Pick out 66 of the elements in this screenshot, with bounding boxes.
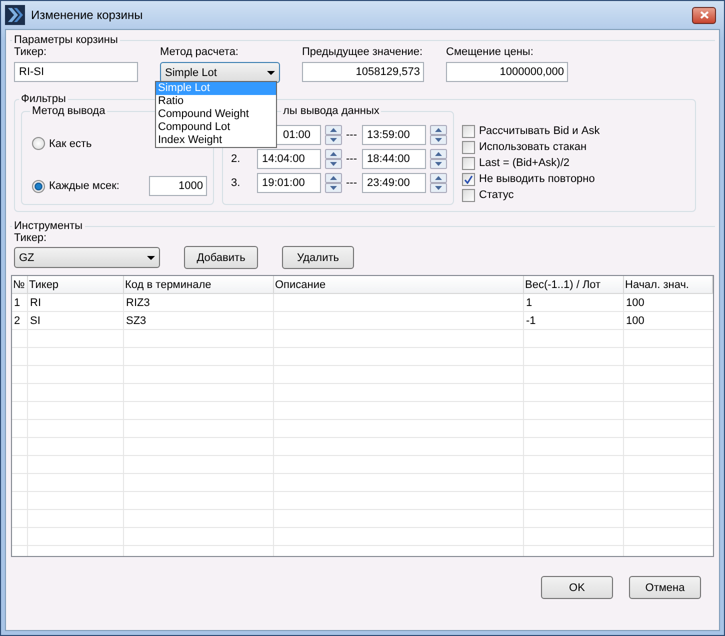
field-label: Предыдущее значение:: [302, 46, 424, 58]
caret-icon: [147, 256, 155, 260]
column-header[interactable]: Описание: [274, 276, 524, 294]
close-button[interactable]: [692, 6, 716, 24]
group-title: Метод вывода: [31, 105, 106, 117]
checkbox-option[interactable]: Не выводить повторно: [462, 171, 600, 187]
group-title: лы вывода данных: [282, 105, 380, 117]
table-cell-text: 100: [625, 296, 646, 311]
checkbox-option[interactable]: Last = (Bid+Ask)/2: [462, 155, 600, 171]
spinner-arrows-icon[interactable]: [325, 173, 342, 193]
dialog-button[interactable]: Отмена: [629, 576, 701, 599]
column-header[interactable]: Код в терминале: [124, 276, 274, 294]
table-cell-text: SI: [29, 314, 42, 329]
field-label: Тикер:: [14, 232, 48, 244]
field-label: Смещение цены:: [446, 46, 534, 58]
dialog-button[interactable]: OK: [541, 576, 613, 599]
group-title: Параметры корзины: [13, 34, 119, 46]
checkmark-icon: [464, 174, 473, 184]
spinner-arrows-icon[interactable]: [430, 173, 447, 193]
chevron-logo-icon: [5, 5, 25, 25]
field-label: Тикер:: [14, 46, 48, 58]
method-dropdown[interactable]: Simple Lot: [160, 62, 280, 83]
table-cell-text: SZ3: [125, 314, 148, 329]
checkbox-option[interactable]: Использовать стакан: [462, 139, 600, 155]
table-cell-text: RIZ3: [125, 296, 151, 311]
column-header[interactable]: Вес(-1..1) / Лот: [524, 276, 624, 294]
column-header[interactable]: №: [12, 276, 28, 294]
radio-option[interactable]: Каждые мсек:: [32, 180, 120, 192]
spinner-arrows-icon[interactable]: [325, 149, 342, 169]
action-button[interactable]: Удалить: [282, 246, 354, 269]
table-cell-text: -1: [525, 314, 537, 329]
column-header[interactable]: Начал. знач.: [624, 276, 713, 294]
price-shift-field[interactable]: 1000000,000: [446, 62, 568, 82]
range-separator: ---: [346, 177, 358, 189]
table-cell-text: 100: [625, 314, 646, 329]
action-button[interactable]: Добавить: [184, 246, 258, 269]
time-field[interactable]: 13:59:00: [362, 125, 426, 145]
time-field[interactable]: 19:01:00: [257, 173, 321, 193]
checkbox-option[interactable]: Рассчитывать Bid и Ask: [462, 123, 600, 139]
row-number: 2.: [231, 153, 242, 165]
ticker-dropdown[interactable]: GZ: [14, 247, 160, 268]
group-title: Инструменты: [13, 220, 84, 232]
column-header[interactable]: Тикер: [28, 276, 124, 294]
spinner-arrows-icon[interactable]: [325, 125, 342, 145]
table-cell-text: 1: [13, 296, 22, 311]
table-cell-text: 1: [525, 296, 534, 311]
table-cell-text: 2: [13, 314, 22, 329]
ticker-field[interactable]: RI-SI: [14, 62, 138, 82]
row-number: 3.: [231, 177, 242, 189]
window-title: Изменение корзины: [31, 8, 144, 22]
spinner-arrows-icon[interactable]: [430, 125, 447, 145]
field-label: Метод расчета:: [160, 46, 240, 58]
range-separator: ---: [346, 129, 358, 141]
time-field[interactable]: 23:49:00: [362, 173, 426, 193]
time-field[interactable]: 14:04:00: [257, 149, 321, 169]
group-title: Фильтры: [20, 93, 67, 105]
checkbox-option[interactable]: Статус: [462, 187, 600, 203]
caret-icon: [267, 70, 275, 74]
spinner-arrows-icon[interactable]: [430, 149, 447, 169]
time-field[interactable]: 18:44:00: [362, 149, 426, 169]
close-icon: [700, 11, 708, 19]
milliseconds-field[interactable]: 1000: [149, 176, 207, 196]
radio-option[interactable]: Как есть: [32, 137, 92, 150]
previous-value-field[interactable]: 1058129,573: [302, 62, 424, 82]
table-cell-text: RI: [29, 296, 42, 311]
range-separator: ---: [346, 153, 358, 165]
